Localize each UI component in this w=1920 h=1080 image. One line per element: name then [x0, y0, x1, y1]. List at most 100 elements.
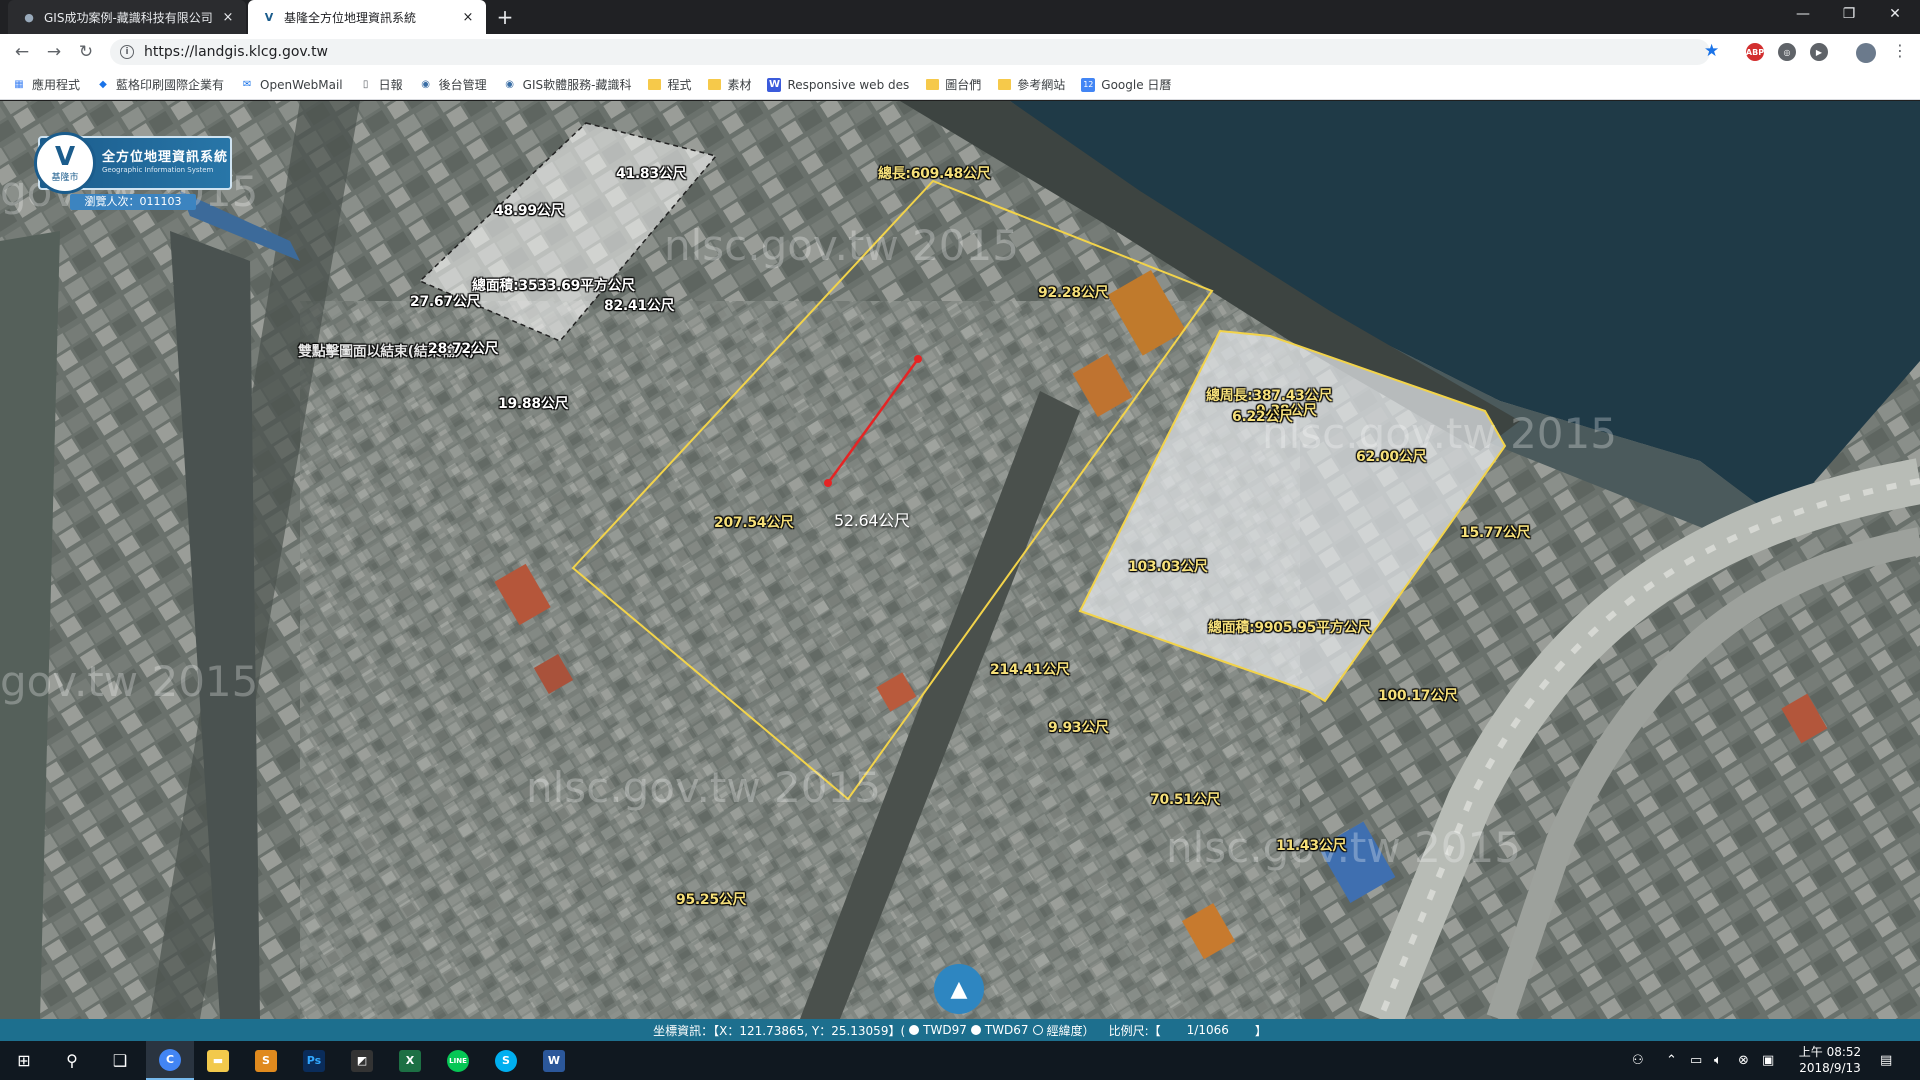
tab-keelung-gis[interactable]: V 基隆全方位地理資訊系統 × — [248, 0, 486, 34]
new-tab-button[interactable]: + — [494, 6, 516, 28]
bookmark-folder[interactable]: 程式 — [647, 76, 691, 93]
bookmark-label: GIS軟體服務-藏識科 — [522, 78, 632, 92]
scale-end: 】 — [1254, 1023, 1267, 1038]
measure-label: 28.72公尺 — [428, 341, 499, 357]
logo-city: 基隆市 — [51, 172, 79, 183]
bookmark-folder[interactable]: 參考網站 — [997, 76, 1065, 93]
measure-label: 19.88公尺 — [498, 396, 569, 412]
people-icon[interactable]: ⚇ — [1632, 1041, 1644, 1080]
input-method-icon[interactable]: ▣ — [1762, 1041, 1774, 1080]
site-favicon-icon: ● — [24, 10, 34, 24]
taskbar-notes[interactable]: ◩ — [338, 1041, 386, 1080]
start-button[interactable]: ⊞ — [0, 1041, 48, 1080]
taskbar-line[interactable]: LINE — [434, 1041, 482, 1080]
bookmark-folder[interactable]: 圖台們 — [925, 76, 981, 93]
sublime-icon: S — [255, 1049, 277, 1072]
site-icon: ◉ — [505, 79, 515, 90]
bookmark-label: 圖台們 — [945, 78, 982, 92]
forward-button[interactable]: → — [42, 41, 66, 63]
minimize-button[interactable]: — — [1780, 0, 1826, 30]
expand-panel-button[interactable]: ▲ — [934, 964, 984, 1014]
calendar-icon: 12 — [1081, 77, 1096, 92]
notes-icon: ◩ — [351, 1049, 373, 1072]
bookmark-label: 日報 — [378, 78, 403, 92]
map-watermark: nlsc.gov.tw 2015 — [526, 763, 881, 812]
chrome-menu-icon[interactable]: ⋮ — [1892, 41, 1908, 60]
profile-avatar[interactable] — [1856, 43, 1876, 63]
address-bar[interactable]: i https://landgis.klcg.gov.tw — [110, 39, 1710, 65]
task-view-button[interactable]: ❑ — [96, 1041, 144, 1080]
notifications-icon[interactable]: ▤ — [1880, 1041, 1892, 1080]
twd67-radio[interactable] — [970, 1025, 981, 1035]
taskbar-excel[interactable]: X — [386, 1041, 434, 1080]
measure-label: 95.25公尺 — [676, 892, 747, 908]
bookmark-item[interactable]: 12 Google 日曆 — [1081, 76, 1171, 93]
logo-title: 全方位地理資訊系統 — [102, 150, 229, 165]
tab-title: 基隆全方位地理資訊系統 — [284, 10, 417, 25]
w-icon: W — [767, 77, 782, 92]
taskbar-photoshop[interactable]: Ps — [290, 1041, 338, 1080]
taskbar-sublime[interactable]: S — [242, 1041, 290, 1080]
gis-logo[interactable]: V 基隆市 全方位地理資訊系統 Geographic Information S… — [34, 132, 232, 194]
bookmark-star-icon[interactable]: ★ — [1704, 41, 1719, 61]
info-icon[interactable]: i — [120, 45, 134, 59]
coordinate-status-bar: 坐標資訊：【X：121.73865, Y：25.13059】( TWD97 TW… — [0, 1019, 1920, 1041]
bookmark-folder[interactable]: 素材 — [707, 76, 751, 93]
bookmark-item[interactable]: W Responsive web des — [767, 77, 909, 92]
bookmark-label: 參考網站 — [1017, 78, 1066, 92]
page-icon: ▯ — [362, 79, 369, 90]
browser-toolbar: ← → ↻ i https://landgis.klcg.gov.tw ★ AB… — [0, 34, 1920, 70]
word-icon: W — [543, 1049, 565, 1072]
system-clock[interactable]: 上午 08:52 2018/9/13 — [1780, 1044, 1880, 1076]
bookmark-item[interactable]: ◆ 藍格印刷國際企業有 — [96, 76, 224, 93]
restore-button[interactable]: ❐ — [1826, 0, 1872, 30]
bookmark-apps[interactable]: ▦ 應用程式 — [12, 76, 80, 93]
folder-icon — [925, 78, 939, 92]
folder-icon — [707, 78, 721, 92]
adblock-extension-icon[interactable]: ABP — [1746, 43, 1764, 61]
bookmark-item[interactable]: ◉ GIS軟體服務-藏識科 — [503, 76, 632, 93]
latlon-radio[interactable] — [1032, 1025, 1043, 1035]
measure-label: 100.17公尺 — [1378, 688, 1458, 704]
measure-label: 82.41公尺 — [604, 298, 675, 314]
volume-icon[interactable]: 🔈︎ — [1714, 1041, 1722, 1080]
clock-date: 2018/9/13 — [1799, 1061, 1861, 1075]
close-window-button[interactable]: ✕ — [1872, 0, 1918, 30]
map-watermark: gov.tw 2015 — [0, 657, 259, 706]
taskbar-chrome[interactable]: C — [146, 1041, 194, 1080]
twd97-radio[interactable] — [909, 1025, 920, 1035]
reload-button[interactable]: ↻ — [74, 41, 98, 63]
mail-icon: ✉ — [242, 79, 252, 90]
measure-label: 70.51公尺 — [1150, 792, 1221, 808]
measure-label: 27.67公尺 — [410, 294, 481, 310]
video-extension-icon[interactable]: ▶ — [1810, 43, 1828, 61]
tab-gis-success-cases[interactable]: ● GIS成功案例-藏識科技有限公司 × — [8, 0, 246, 34]
network-icon[interactable]: ▭ — [1690, 1041, 1702, 1080]
status-tray-icon[interactable]: ⊗ — [1738, 1041, 1749, 1080]
search-icon: ⚲ — [66, 1051, 78, 1070]
url-text: https://landgis.klcg.gov.tw — [144, 44, 329, 60]
map-watermark: nlsc.gov.tw 2015 — [664, 221, 1019, 270]
map-canvas[interactable]: gov.tw 2015 nlsc.gov.tw 2015 nlsc.gov.tw… — [0, 101, 1920, 1019]
windows-logo-icon: ⊞ — [17, 1051, 31, 1070]
chevron-up-icon: ▲ — [950, 976, 968, 1002]
back-button[interactable]: ← — [10, 41, 34, 63]
measure-label: 9.93公尺 — [1048, 720, 1109, 736]
bookmark-item[interactable]: ✉ OpenWebMail — [240, 78, 343, 92]
measure-label: 62.00公尺 — [1356, 449, 1427, 465]
close-tab-icon[interactable]: × — [460, 10, 476, 25]
chevron-up-tray-icon[interactable]: ⌃ — [1666, 1041, 1677, 1080]
taskbar-file-explorer[interactable]: ▬ — [194, 1041, 242, 1080]
search-button[interactable]: ⚲ — [48, 1041, 96, 1080]
taskbar-skype[interactable]: S — [482, 1041, 530, 1080]
measure-label: 48.99公尺 — [494, 203, 565, 219]
measure-label: 92.28公尺 — [1038, 285, 1109, 301]
bookmark-label: 藍格印刷國際企業有 — [116, 78, 225, 92]
bookmark-label: 程式 — [667, 78, 692, 92]
close-tab-icon[interactable]: × — [220, 10, 236, 25]
taskbar-word[interactable]: W — [530, 1041, 578, 1080]
bookmark-item[interactable]: ◉ 後台管理 — [419, 76, 486, 93]
bookmark-item[interactable]: ▯ 日報 — [359, 76, 403, 93]
extension-icon[interactable]: ◎ — [1778, 43, 1796, 61]
screen: ● GIS成功案例-藏識科技有限公司 × V 基隆全方位地理資訊系統 × + —… — [0, 0, 1920, 1080]
